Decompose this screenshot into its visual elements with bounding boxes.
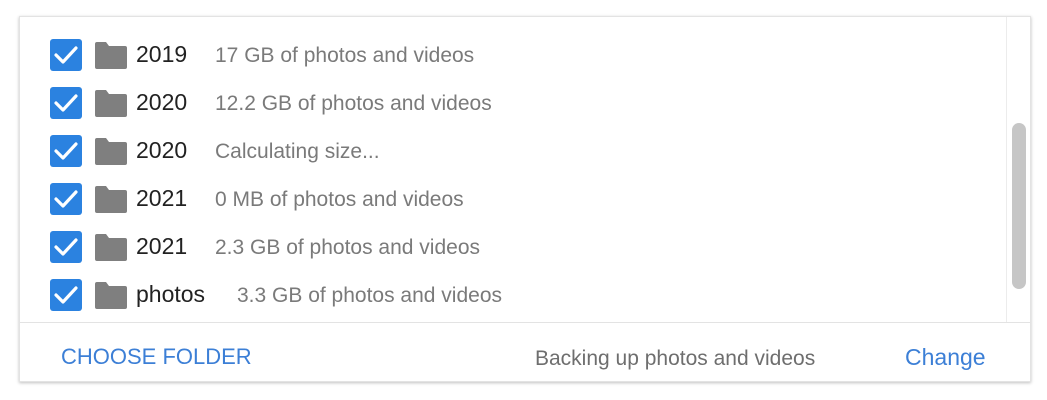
folder-icon xyxy=(95,90,127,117)
panel-footer: CHOOSE FOLDER Backing up photos and vide… xyxy=(20,322,1030,382)
checkbox-checked-icon[interactable] xyxy=(50,231,82,263)
checkbox-checked-icon[interactable] xyxy=(50,87,82,119)
folder-name: 2021 xyxy=(136,185,188,211)
backup-status-text: Backing up photos and videos xyxy=(535,347,816,370)
folder-icon xyxy=(95,42,127,69)
folder-list: 2019 17 GB of photos and videos 2020 12.… xyxy=(20,17,1006,322)
folder-row[interactable]: 2019 17 GB of photos and videos xyxy=(20,25,1006,73)
folder-icon xyxy=(95,138,127,165)
folder-row[interactable]: photos 3.3 GB of photos and videos xyxy=(20,265,1006,313)
folder-name: 2021 xyxy=(136,233,188,259)
folder-name: 2019 xyxy=(136,41,188,67)
folder-row[interactable]: 2020 Calculating size... xyxy=(20,121,1006,169)
checkbox-checked-icon[interactable] xyxy=(50,135,82,167)
folder-row[interactable]: 2020 12.2 GB of photos and videos xyxy=(20,73,1006,121)
checkbox-checked-icon[interactable] xyxy=(50,39,82,71)
folder-name: 2020 xyxy=(136,89,188,115)
folder-size: 0 MB of photos and videos xyxy=(215,188,464,211)
folder-name: 2020 xyxy=(136,137,188,163)
scrollbar-thumb[interactable] xyxy=(1012,123,1026,289)
checkbox-checked-icon[interactable] xyxy=(50,279,82,311)
folder-size: 2.3 GB of photos and videos xyxy=(215,236,481,259)
folder-row[interactable]: 2021 0 MB of photos and videos xyxy=(20,169,1006,217)
checkbox-checked-icon[interactable] xyxy=(50,183,82,215)
folder-size: 3.3 GB of photos and videos xyxy=(237,284,503,307)
folder-size: Calculating size... xyxy=(215,140,380,163)
backup-folders-panel: 2019 17 GB of photos and videos 2020 12.… xyxy=(19,16,1031,382)
folder-name: photos xyxy=(136,281,206,307)
choose-folder-button[interactable]: CHOOSE FOLDER xyxy=(61,343,252,371)
folder-size: 17 GB of photos and videos xyxy=(215,44,475,67)
folder-icon xyxy=(95,282,127,309)
folder-icon xyxy=(95,186,127,213)
folder-row[interactable]: 2021 2.3 GB of photos and videos xyxy=(20,217,1006,265)
folder-size: 12.2 GB of photos and videos xyxy=(215,92,492,115)
folder-icon xyxy=(95,234,127,261)
scrollbar-track[interactable] xyxy=(1006,17,1030,322)
change-button[interactable]: Change xyxy=(905,343,986,371)
